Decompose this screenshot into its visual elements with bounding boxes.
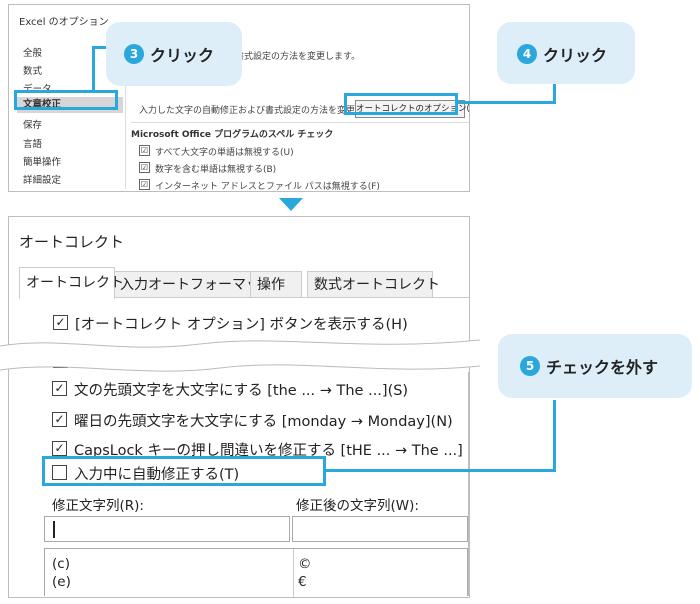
checkbox-capitalize-days[interactable]: ✓	[52, 412, 67, 427]
tab-math-autocorrect[interactable]: 数式オートコレクト	[307, 271, 440, 297]
tab-autoformat-as-you-type[interactable]: 入力オートフォーマット	[113, 271, 274, 297]
connector-line	[553, 82, 556, 104]
replace-label: 修正文字列(R):	[52, 498, 144, 514]
list-item-from[interactable]: (c)	[52, 556, 70, 572]
autocorrect-button-highlight	[344, 93, 458, 115]
dialog-border	[468, 372, 469, 596]
dialog-border	[8, 372, 9, 596]
checkbox[interactable]: ☑	[139, 162, 150, 173]
connector-line	[92, 48, 95, 92]
proofing-highlight	[14, 90, 118, 110]
down-arrow-icon	[279, 198, 303, 211]
torn-edge	[0, 339, 480, 372]
callout-text: クリック	[543, 46, 608, 65]
column-divider	[293, 549, 294, 597]
checkbox[interactable]: ☑	[139, 179, 150, 190]
connector-line	[553, 400, 556, 472]
callout-step-4: 4 クリック	[497, 22, 635, 84]
option-capitalize-first-letter: 文の先頭文字を大文字にする [the ... → The ...](S)	[74, 383, 409, 399]
callout-step-3: 3 クリック	[106, 22, 242, 86]
option-capitalize-days: 曜日の先頭文字を大文字にする [monday → Monday](N)	[74, 414, 453, 430]
list-item-from[interactable]: (e)	[52, 574, 71, 590]
step-number: 3	[124, 44, 144, 64]
connector-line	[326, 469, 556, 472]
check-ignore-numbers: 数字を含む単語は無視する(B)	[155, 165, 277, 175]
replace-option-highlight	[42, 456, 326, 486]
step-number: 5	[520, 356, 540, 376]
nav-item-save[interactable]: 保存	[23, 117, 42, 131]
with-label: 修正後の文字列(W):	[296, 498, 419, 514]
check-ignore-internet: インターネット アドレスとファイル パスは無視する(F)	[155, 182, 380, 192]
header-description: 書式設定の方法を変更します。	[235, 52, 361, 62]
list-item-to[interactable]: ©	[298, 556, 312, 572]
step-number: 4	[517, 44, 537, 64]
checkbox[interactable]: ☑	[139, 145, 150, 156]
option-show-autocorrect-button: [オートコレクト オプション] ボタンを表示する(H)	[75, 317, 408, 333]
callout-step-5: 5 チェックを外す	[498, 334, 692, 398]
checkbox-capitalize-first-letter[interactable]: ✓	[52, 381, 67, 396]
tab-actions[interactable]: 操作	[250, 271, 302, 297]
divider	[131, 122, 469, 123]
check-ignore-uppercase: すべて大文字の単語は無視する(U)	[155, 148, 294, 158]
dialog-title: オートコレクト	[19, 233, 125, 251]
tab-autocorrect[interactable]: オートコレクト	[19, 267, 124, 299]
with-input[interactable]	[292, 516, 468, 542]
callout-text: クリック	[150, 46, 215, 65]
nav-item-language[interactable]: 言語	[23, 136, 42, 150]
replace-input[interactable]	[44, 516, 290, 542]
autocorrect-list[interactable]	[44, 548, 468, 597]
checkbox-show-autocorrect-button[interactable]: ✓	[53, 315, 68, 330]
nav-item-general[interactable]: 全般	[23, 45, 42, 59]
nav-item-formulas[interactable]: 数式	[23, 63, 42, 77]
nav-item-advanced[interactable]: 詳細設定	[23, 172, 61, 186]
connector-line	[458, 101, 556, 104]
dialog-title: Excel のオプション	[19, 17, 109, 28]
list-item-to[interactable]: €	[298, 574, 307, 590]
text-cursor	[53, 521, 55, 538]
callout-text: チェックを外す	[546, 358, 659, 377]
nav-item-accessibility[interactable]: 簡単操作	[23, 154, 61, 168]
spellcheck-section-title: Microsoft Office プログラムのスペル チェック	[131, 130, 334, 140]
checkbox-caps-lock[interactable]: ✓	[52, 441, 67, 456]
